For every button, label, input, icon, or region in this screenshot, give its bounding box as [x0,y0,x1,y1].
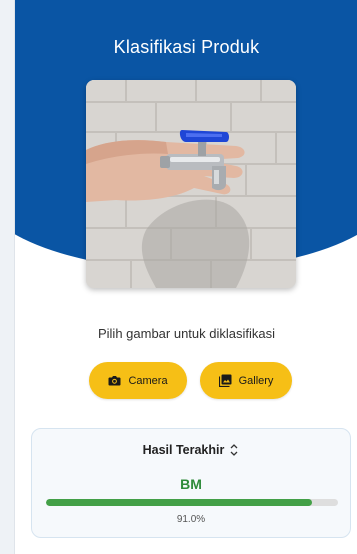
result-label: BM [180,476,202,492]
product-photo [86,80,296,288]
confidence-text: 91.0% [176,514,206,525]
result-card-header[interactable]: Hasil Terakhir [32,443,350,457]
camera-icon [108,374,121,387]
result-card: Hasil Terakhir BM 91.0% [31,428,351,538]
prompt-text: Pilih gambar untuk diklasifikasi [97,326,276,341]
app-screen: Klasifikasi Produk Pilih gambar untuk di… [14,0,357,554]
confidence-bar [46,499,338,506]
gallery-button[interactable]: Gallery [200,362,292,399]
image-preview[interactable] [86,80,296,288]
gallery-icon [218,374,232,388]
result-card-title: Hasil Terakhir [142,443,225,457]
unfold-icon [229,443,239,457]
gallery-button-label: Gallery [238,374,274,387]
confidence-bar-fill [46,499,312,506]
camera-button[interactable]: Camera [89,362,187,399]
page-title: Klasifikasi Produk [113,37,260,57]
camera-button-label: Camera [128,374,168,387]
